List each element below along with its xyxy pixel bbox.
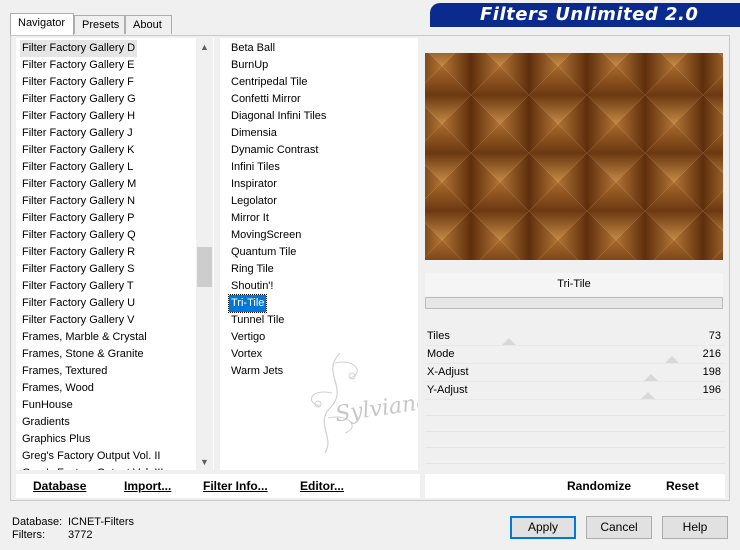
category-item[interactable]: Filter Factory Gallery L xyxy=(22,159,133,176)
apply-button[interactable]: Apply xyxy=(510,516,576,539)
category-item[interactable]: Filter Factory Gallery P xyxy=(22,210,134,227)
param-label: Mode xyxy=(427,348,455,360)
category-item[interactable]: Frames, Textured xyxy=(22,363,107,380)
param-slot-empty xyxy=(425,416,725,432)
filter-name-label: Tri-Tile xyxy=(425,273,723,296)
param-slot-empty xyxy=(425,432,725,448)
category-item[interactable]: Frames, Marble & Crystal xyxy=(22,329,147,346)
param-value: 73 xyxy=(708,330,721,342)
scroll-thumb[interactable] xyxy=(197,247,212,287)
category-list[interactable]: Filter Factory Gallery D Filter Factory G… xyxy=(16,38,214,470)
category-item[interactable]: Greg's Factory Output Vol. II xyxy=(22,448,160,465)
param-slider[interactable]: Tiles 73 xyxy=(425,328,725,346)
category-item[interactable]: Filter Factory Gallery G xyxy=(22,91,136,108)
filter-item[interactable]: Inspirator xyxy=(231,176,277,193)
category-item[interactable]: Frames, Wood xyxy=(22,380,94,397)
filter-item[interactable]: Quantum Tile xyxy=(231,244,296,261)
category-item[interactable]: Filter Factory Gallery R xyxy=(22,244,135,261)
help-button[interactable]: Help xyxy=(662,516,728,539)
param-slider[interactable]: Y-Adjust 196 xyxy=(425,382,725,400)
category-item[interactable]: Graphics Plus xyxy=(22,431,90,448)
tab-navigator[interactable]: Navigator xyxy=(10,13,74,35)
filter-item[interactable]: Beta Ball xyxy=(231,40,275,57)
category-item[interactable]: Filter Factory Gallery S xyxy=(22,261,134,278)
category-item[interactable]: Filter Factory Gallery E xyxy=(22,57,134,74)
left-button-bar: Database Import... Filter Info... Editor… xyxy=(16,474,420,498)
category-item[interactable]: Filter Factory Gallery H xyxy=(22,108,135,125)
filter-item[interactable]: BurnUp xyxy=(231,57,268,74)
preview-image xyxy=(425,53,723,260)
param-label: Y-Adjust xyxy=(427,384,468,396)
category-item[interactable]: Filter Factory Gallery K xyxy=(22,142,134,159)
filter-item[interactable]: Vertigo xyxy=(231,329,265,346)
app-title: Filters Unlimited 2.0 xyxy=(480,4,699,25)
param-value: 216 xyxy=(702,348,721,360)
param-slot-empty xyxy=(425,400,725,416)
filter-item[interactable]: Tunnel Tile xyxy=(231,312,284,329)
slider-thumb-icon[interactable] xyxy=(502,338,517,345)
category-item[interactable]: Filter Factory Gallery J xyxy=(22,125,133,142)
category-item[interactable]: Greg's Factory Output Vol. III xyxy=(22,465,164,470)
status-info: Database: ICNET-Filters Filters: 3772 xyxy=(12,516,134,542)
filter-item[interactable]: Mirror It xyxy=(231,210,269,227)
tab-presets[interactable]: Presets xyxy=(74,15,125,34)
filter-info-button[interactable]: Filter Info... xyxy=(203,479,268,493)
parameter-panel: Tiles 73 Mode 216 X-Adjust 198 Y-Adjust 196 xyxy=(425,328,725,464)
filter-item[interactable]: Diagonal Infini Tiles xyxy=(231,108,326,125)
param-slot-empty xyxy=(425,448,725,464)
scroll-up-icon[interactable]: ▲ xyxy=(196,38,213,55)
import-button[interactable]: Import... xyxy=(124,479,171,493)
filter-item[interactable]: Confetti Mirror xyxy=(231,91,301,108)
category-scrollbar[interactable]: ▲ ▼ xyxy=(196,38,213,470)
progress-bar xyxy=(425,297,723,309)
category-item[interactable]: Gradients xyxy=(22,414,70,431)
filter-item[interactable]: Dynamic Contrast xyxy=(231,142,318,159)
category-item[interactable]: Filter Factory Gallery Q xyxy=(22,227,136,244)
category-item[interactable]: Filter Factory Gallery N xyxy=(22,193,135,210)
reset-button[interactable]: Reset xyxy=(666,479,699,493)
filter-item[interactable]: Vortex xyxy=(231,346,262,363)
param-value: 198 xyxy=(702,366,721,378)
category-item[interactable]: Filter Factory Gallery V xyxy=(22,312,134,329)
category-item[interactable]: FunHouse xyxy=(22,397,73,414)
filter-item[interactable]: Infini Tiles xyxy=(231,159,280,176)
database-label: Database: xyxy=(12,516,63,528)
filters-label: Filters: xyxy=(12,529,45,541)
param-value: 196 xyxy=(702,384,721,396)
filter-item[interactable]: MovingScreen xyxy=(231,227,301,244)
filter-item[interactable]: Dimensia xyxy=(231,125,277,142)
category-item[interactable]: Filter Factory Gallery F xyxy=(22,74,134,91)
slider-thumb-icon[interactable] xyxy=(664,356,679,363)
tab-about[interactable]: About xyxy=(125,15,172,34)
scroll-down-icon[interactable]: ▼ xyxy=(196,453,213,470)
database-value: ICNET-Filters xyxy=(68,516,134,528)
title-banner: Filters Unlimited 2.0 xyxy=(430,3,740,27)
editor-button[interactable]: Editor... xyxy=(300,479,344,493)
cancel-button[interactable]: Cancel xyxy=(586,516,652,539)
filter-list[interactable]: Sylviane Beta Ball BurnUp Centripedal Tile… xyxy=(220,38,418,470)
filter-item[interactable]: Tri-Tile xyxy=(227,294,268,313)
filters-count: 3772 xyxy=(68,529,93,541)
filter-item[interactable]: Shoutin'! xyxy=(231,278,273,295)
param-label: Tiles xyxy=(427,330,450,342)
category-item[interactable]: Filter Factory Gallery D xyxy=(20,40,138,57)
right-button-bar: Randomize Reset xyxy=(425,474,725,498)
slider-thumb-icon[interactable] xyxy=(641,392,656,399)
filter-item[interactable]: Centripedal Tile xyxy=(231,74,307,91)
category-item[interactable]: Frames, Stone & Granite xyxy=(22,346,144,363)
slider-thumb-icon[interactable] xyxy=(644,374,659,381)
randomize-button[interactable]: Randomize xyxy=(567,479,631,493)
param-slider[interactable]: Mode 216 xyxy=(425,346,725,364)
database-button[interactable]: Database xyxy=(33,479,86,493)
category-item[interactable]: Filter Factory Gallery T xyxy=(22,278,134,295)
filter-item[interactable]: Warm Jets xyxy=(231,363,283,380)
param-slider[interactable]: X-Adjust 198 xyxy=(425,364,725,382)
category-item[interactable]: Filter Factory Gallery M xyxy=(22,176,136,193)
category-item[interactable]: Filter Factory Gallery U xyxy=(22,295,135,312)
param-label: X-Adjust xyxy=(427,366,469,378)
watermark-logo: Sylviane xyxy=(280,348,418,458)
filter-item[interactable]: Legolator xyxy=(231,193,277,210)
filter-item[interactable]: Ring Tile xyxy=(231,261,274,278)
